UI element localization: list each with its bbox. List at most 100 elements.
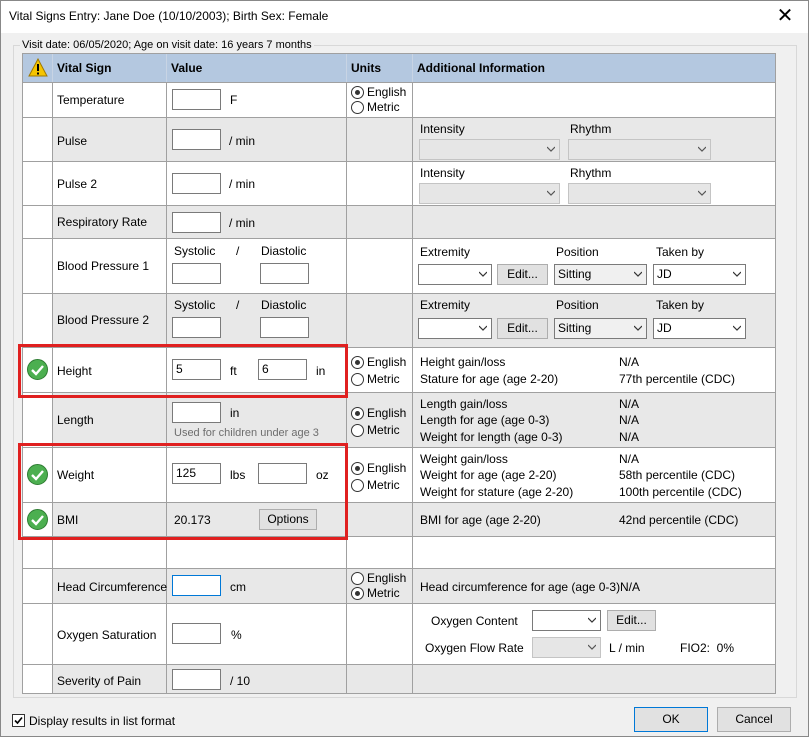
oxygen-edit-button[interactable]: Edit... — [607, 610, 656, 631]
oxygen-flow-dropdown[interactable] — [532, 637, 601, 658]
temperature-label: Temperature — [57, 93, 125, 107]
bp1-extremity-dropdown[interactable] — [418, 264, 492, 285]
display-list-label[interactable]: Display results in list format — [29, 714, 175, 728]
head-english-radio[interactable] — [351, 572, 364, 585]
height-metric-label[interactable]: Metric — [367, 372, 400, 386]
length-english-label[interactable]: English — [367, 406, 406, 420]
length-info1-label: Length gain/loss — [420, 397, 508, 411]
bp1-label: Blood Pressure 1 — [57, 259, 150, 273]
respiratory-input[interactable] — [172, 212, 221, 233]
fio2-value: FIO2: 0% — [680, 641, 735, 655]
head-english-label[interactable]: English — [367, 571, 406, 585]
row-blood-pressure-2: Blood Pressure 2 Systolic / Diastolic Ex… — [23, 293, 775, 347]
pulse-unit: / min — [229, 134, 256, 148]
chevron-down-icon — [547, 146, 555, 152]
pulse2-intensity-dropdown[interactable] — [419, 183, 560, 204]
header-vital-sign[interactable]: Vital Sign — [53, 54, 167, 82]
weight-metric-label[interactable]: Metric — [367, 478, 400, 492]
head-metric-radio[interactable] — [351, 587, 364, 600]
temperature-english-label[interactable]: English — [367, 85, 406, 99]
weight-english-radio[interactable] — [351, 462, 364, 475]
bp1-edit-button[interactable]: Edit... — [497, 264, 548, 285]
row-blood-pressure-1: Blood Pressure 1 Systolic / Diastolic Ex… — [23, 238, 775, 293]
bp1-takenby-dropdown[interactable]: JD — [653, 264, 746, 285]
temperature-metric-radio[interactable] — [351, 101, 364, 114]
temperature-metric-label[interactable]: Metric — [367, 100, 400, 114]
pulse2-unit: / min — [229, 177, 256, 191]
pulse2-rhythm-dropdown[interactable] — [568, 183, 711, 204]
length-metric-radio[interactable] — [351, 424, 364, 437]
warning-header — [23, 54, 53, 82]
bp2-takenby-value: JD — [657, 321, 672, 335]
bp2-diastolic-label: Diastolic — [261, 298, 307, 312]
close-icon[interactable]: ✕ — [777, 5, 794, 27]
temperature-english-radio[interactable] — [351, 86, 364, 99]
length-info3-label: Weight for length (age 0-3) — [420, 430, 563, 444]
row-head-circumference: Head Circumference cm English Metric Hea… — [23, 568, 775, 603]
pulse-label: Pulse — [57, 134, 88, 148]
length-info3-value: N/A — [619, 430, 640, 444]
oxygen-content-dropdown[interactable] — [532, 610, 601, 631]
header-additional-info[interactable]: Additional Information — [413, 54, 775, 82]
pulse-intensity-dropdown[interactable] — [419, 139, 560, 160]
bp2-diastolic-input[interactable] — [260, 317, 309, 338]
close-button[interactable]: ✕ — [762, 1, 808, 32]
length-info1-value: N/A — [619, 397, 640, 411]
temperature-input[interactable] — [172, 89, 221, 110]
chevron-down-icon — [588, 617, 596, 623]
warning-icon — [28, 57, 48, 77]
pulse2-input[interactable] — [172, 173, 221, 194]
head-label: Head Circumference — [57, 580, 168, 594]
length-english-radio[interactable] — [351, 407, 364, 420]
oxygen-label: Oxygen Saturation — [57, 628, 157, 642]
chevron-down-icon — [479, 325, 487, 331]
bp2-systolic-input[interactable] — [172, 317, 221, 338]
weight-info1-label: Weight gain/loss — [420, 452, 508, 466]
height-info2-label: Stature for age (age 2-20) — [420, 372, 559, 386]
bp1-position-label: Position — [556, 245, 599, 259]
weight-metric-radio[interactable] — [351, 479, 364, 492]
height-info1-value: N/A — [619, 355, 640, 369]
bp1-extremity-label: Extremity — [420, 245, 471, 259]
oxygen-flow-label: Oxygen Flow Rate — [425, 641, 524, 655]
weight-english-label[interactable]: English — [367, 461, 406, 475]
bp2-extremity-dropdown[interactable] — [418, 318, 492, 339]
pulse-rhythm-dropdown[interactable] — [568, 139, 711, 160]
header-units[interactable]: Units — [347, 54, 413, 82]
pulse2-label: Pulse 2 — [57, 177, 98, 191]
bp2-takenby-dropdown[interactable]: JD — [653, 318, 746, 339]
length-metric-label[interactable]: Metric — [367, 423, 400, 437]
display-list-checkbox[interactable] — [12, 714, 25, 727]
bp1-position-dropdown[interactable]: Sitting — [554, 264, 647, 285]
head-metric-label[interactable]: Metric — [367, 586, 400, 600]
highlight-box-weight-bmi — [18, 443, 348, 540]
chevron-down-icon — [547, 190, 555, 196]
bp1-diastolic-input[interactable] — [260, 263, 309, 284]
bp2-position-dropdown[interactable]: Sitting — [554, 318, 647, 339]
weight-info2-label: Weight for age (age 2-20) — [420, 468, 557, 482]
pulse-input[interactable] — [172, 129, 221, 150]
chevron-down-icon — [698, 190, 706, 196]
cancel-button[interactable]: Cancel — [717, 707, 791, 732]
bp2-edit-button[interactable]: Edit... — [497, 318, 548, 339]
row-empty — [23, 536, 775, 568]
length-input[interactable] — [172, 402, 221, 423]
pain-input[interactable] — [172, 669, 221, 690]
head-input[interactable] — [172, 575, 221, 596]
height-info2-value: 77th percentile (CDC) — [619, 372, 736, 386]
chevron-down-icon — [588, 644, 596, 650]
header-value[interactable]: Value — [167, 54, 347, 82]
oxygen-flow-unit: L / min — [609, 641, 645, 655]
height-metric-radio[interactable] — [351, 373, 364, 386]
height-english-label[interactable]: English — [367, 355, 406, 369]
oxygen-input[interactable] — [172, 623, 221, 644]
bp1-systolic-input[interactable] — [172, 263, 221, 284]
bp2-systolic-label: Systolic — [174, 298, 216, 312]
row-length: Length in Used for children under age 3 … — [23, 392, 775, 447]
ok-button[interactable]: OK — [634, 707, 708, 732]
bmi-info1-label: BMI for age (age 2-20) — [420, 513, 541, 527]
bp1-systolic-label: Systolic — [174, 244, 216, 258]
chevron-down-icon — [733, 271, 741, 277]
height-english-radio[interactable] — [351, 356, 364, 369]
row-temperature: Temperature F English Metric — [23, 82, 775, 117]
